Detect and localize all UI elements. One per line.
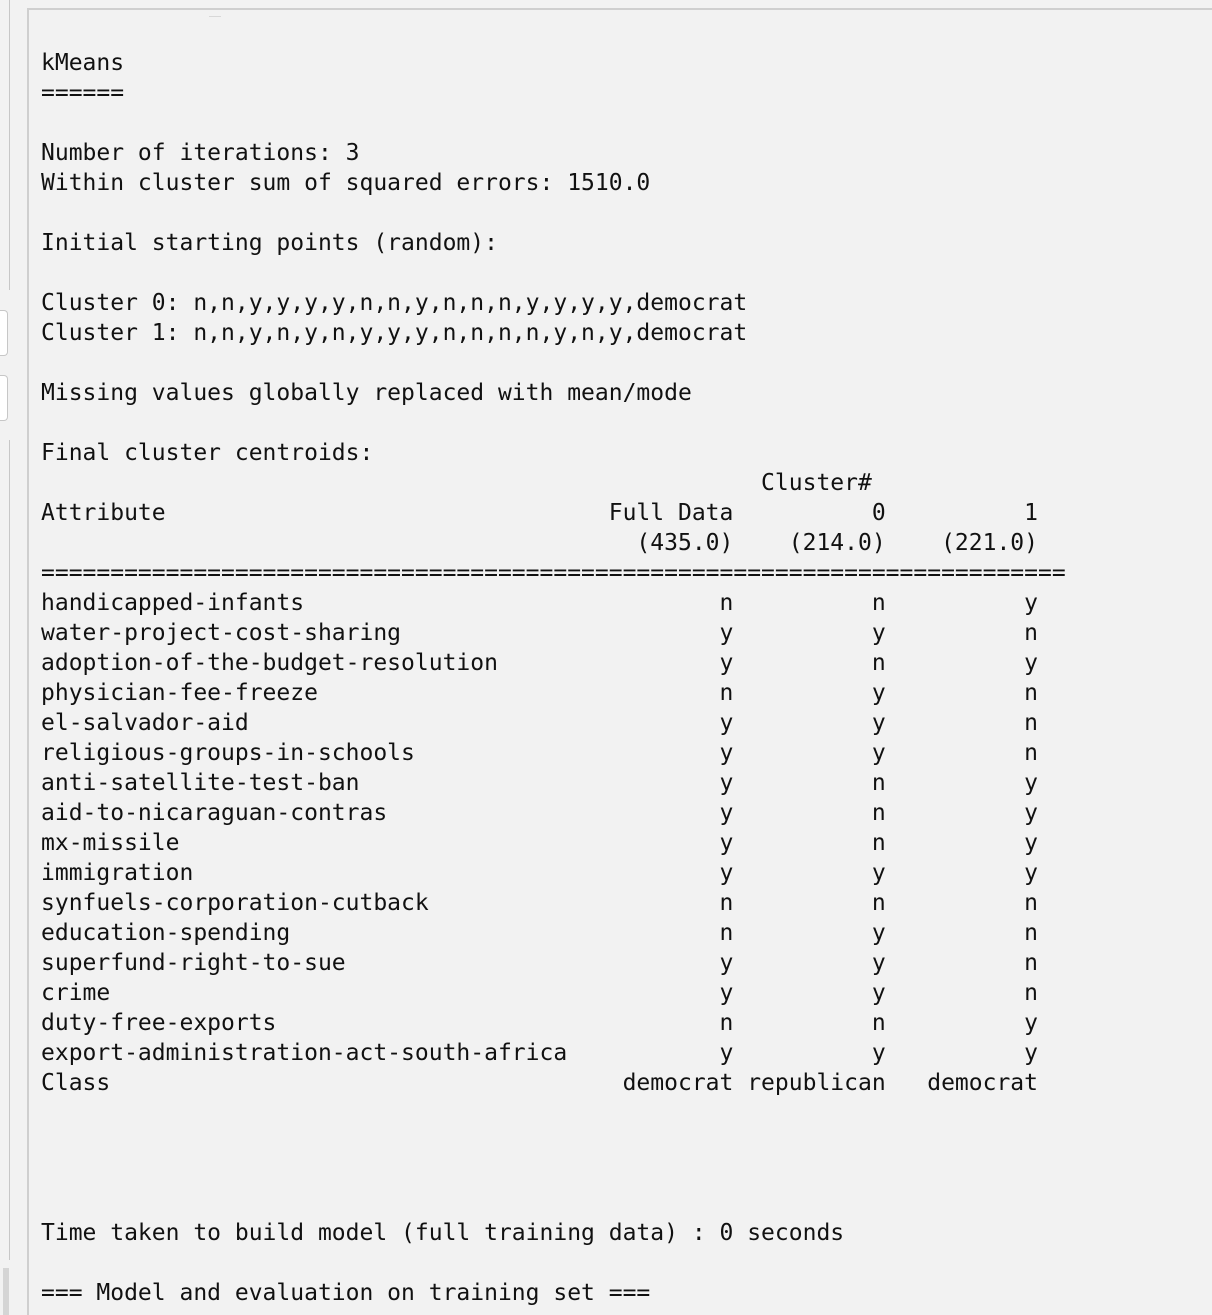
output-line: el-salvador-aid y y n (41, 710, 1038, 736)
output-line: (435.0) (214.0) (221.0) (41, 530, 1038, 556)
left-panel-edge (0, 0, 27, 1315)
output-line: mx-missile y n y (41, 830, 1038, 856)
output-line: Time taken to build model (full training… (41, 1220, 845, 1246)
output-line: adoption-of-the-budget-resolution y n y (41, 650, 1038, 676)
output-line: Final cluster centroids: (41, 440, 374, 466)
output-line: export-administration-act-south-africa y… (41, 1040, 1038, 1066)
output-line: Initial starting points (random): (41, 230, 498, 256)
output-line: aid-to-nicaraguan-contras y n y (41, 800, 1038, 826)
output-line: ====== (41, 80, 125, 106)
output-line: handicapped-infants n n y (41, 590, 1038, 616)
output-line: religious-groups-in-schools y y n (41, 740, 1038, 766)
left-panel-control[interactable] (0, 310, 8, 356)
panel-top-mark (209, 10, 221, 17)
output-line: synfuels-corporation-cutback n n n (41, 890, 1038, 916)
output-line: immigration y y y (41, 860, 1038, 886)
output-line: ========================================… (41, 560, 1066, 586)
output-line: Cluster 1: n,n,y,n,y,n,y,y,y,n,n,n,n,y,n… (41, 320, 748, 346)
output-line: Class democrat republican democrat (41, 1070, 1038, 1096)
output-line: Attribute Full Data 0 1 (41, 500, 1038, 526)
output-line: Missing values globally replaced with me… (41, 380, 692, 406)
output-line: Number of iterations: 3 (41, 140, 360, 166)
clusterer-output-panel[interactable]: kMeans ====== Number of iterations: 3 Wi… (27, 8, 1212, 1315)
output-line: === Model and evaluation on training set… (41, 1280, 651, 1306)
output-line: education-spending n y n (41, 920, 1038, 946)
output-line: physician-fee-freeze n y n (41, 680, 1038, 706)
output-line: Within cluster sum of squared errors: 15… (41, 170, 651, 196)
output-line: water-project-cost-sharing y y n (41, 620, 1038, 646)
output-line: superfund-right-to-sue y y n (41, 950, 1038, 976)
output-line: kMeans (41, 50, 125, 76)
output-line: Cluster 0: n,n,y,y,y,y,n,n,y,n,n,n,y,y,y… (41, 290, 748, 316)
left-panel-control[interactable] (0, 375, 8, 421)
output-line: crime y y n (41, 980, 1038, 1006)
output-line: Cluster# (41, 470, 872, 496)
left-divider-line (9, 440, 10, 1260)
left-scroll-stub[interactable] (3, 1268, 9, 1315)
clusterer-output-text: kMeans ====== Number of iterations: 3 Wi… (41, 48, 1066, 1308)
left-divider-line (9, 0, 10, 290)
output-line: anti-satellite-test-ban y n y (41, 770, 1038, 796)
output-line: duty-free-exports n n y (41, 1010, 1038, 1036)
